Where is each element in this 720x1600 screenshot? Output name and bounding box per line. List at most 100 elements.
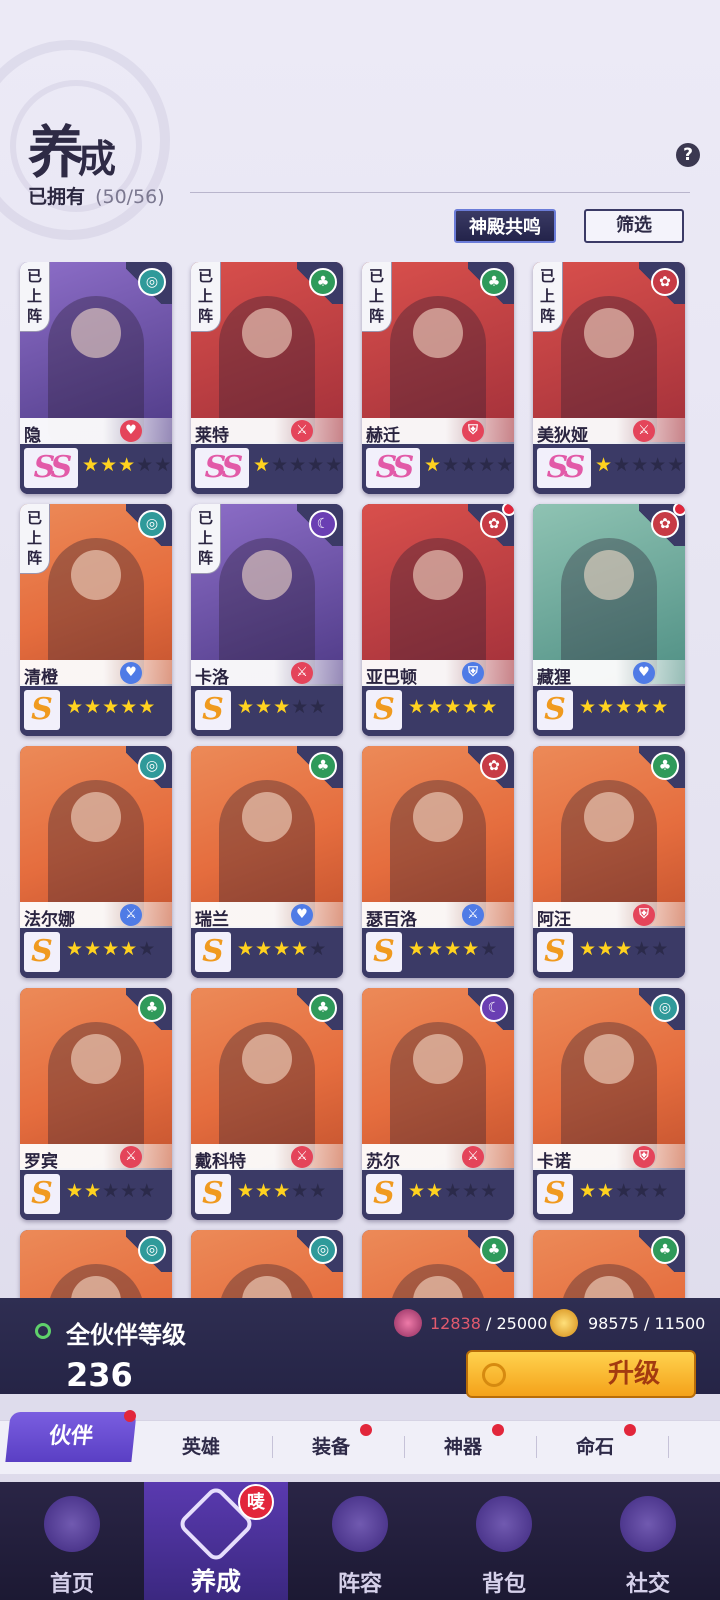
star-filled-icon: ★ (84, 1180, 103, 1202)
rank-badge: S (366, 690, 402, 730)
star-empty-icon: ★ (289, 454, 308, 476)
star-filled-icon: ★ (408, 696, 427, 718)
lineup-icon (332, 1496, 388, 1552)
rank-badge: S (24, 690, 60, 730)
subtab-3[interactable]: 神器 (444, 1432, 482, 1459)
subtab-2[interactable]: 装备 (312, 1432, 350, 1459)
deployed-badge-char: 阵 (26, 549, 42, 567)
temple-resonance-button[interactable]: 神殿共鸣 (454, 209, 556, 243)
hero-card[interactable]: ♣ 已上阵赫迁 ⛨ SS ★★★★★ (362, 262, 514, 494)
star-empty-icon: ★ (102, 1180, 121, 1202)
hero-card[interactable]: ◎ 卡诺 ⛨ S ★★★★★ (533, 988, 685, 1220)
star-filled-icon: ★ (138, 696, 157, 718)
star-filled-icon: ★ (102, 938, 121, 960)
hero-card[interactable]: ◎ 已上阵隐 ♥ SS ★★★★★ (20, 262, 172, 494)
star-filled-icon: ★ (237, 696, 256, 718)
hero-name: 瑟百洛 (366, 910, 417, 930)
hero-card[interactable]: ✿ 已上阵美狄娅 ⚔ SS ★★★★★ (533, 262, 685, 494)
star-empty-icon: ★ (613, 454, 632, 476)
hero-card[interactable]: ◎ 已上阵清橙 ♥ S ★★★★★ (20, 504, 172, 736)
subtab-4[interactable]: 命石 (576, 1432, 614, 1459)
star-filled-icon: ★ (579, 938, 598, 960)
star-empty-icon: ★ (309, 696, 328, 718)
blue-role-icon: ⚔ (120, 904, 142, 926)
star-rating: ★★★★★ (82, 454, 172, 476)
hero-card[interactable]: ♣ 戴科特 ⚔ S ★★★★★ (191, 988, 343, 1220)
deployed-badge-char: 已 (26, 509, 42, 527)
star-rating: ★★★★★ (408, 696, 498, 718)
star-empty-icon: ★ (325, 454, 343, 476)
sword-role-icon: ⚔ (633, 420, 655, 442)
star-filled-icon: ★ (426, 1180, 445, 1202)
star-empty-icon: ★ (651, 1180, 670, 1202)
upgrade-button[interactable]: 升级 (466, 1350, 696, 1398)
home-icon (44, 1496, 100, 1552)
star-rating: ★★★★★ (237, 1180, 327, 1202)
rank-badge: S (24, 932, 60, 972)
star-rating: ★★★★★ (408, 1180, 498, 1202)
star-filled-icon: ★ (597, 696, 616, 718)
star-filled-icon: ★ (255, 938, 274, 960)
nav-item-2[interactable]: 阵容 (288, 1482, 432, 1600)
shield-role-icon: ⛨ (633, 904, 655, 926)
deployed-badge-char: 上 (197, 287, 213, 305)
deployed-badge-char: 阵 (368, 307, 384, 325)
hero-card[interactable]: ✿ 亚巴顿 ⛨ S ★★★★★ (362, 504, 514, 736)
name-strip (20, 418, 172, 444)
deployed-badge-char: 上 (368, 287, 384, 305)
star-filled-icon: ★ (273, 696, 292, 718)
hero-card[interactable]: ✿ 藏狸 ♥ S ★★★★★ (533, 504, 685, 736)
nav-item-0[interactable]: 首页 (0, 1482, 144, 1600)
gold-coin-icon (550, 1309, 578, 1337)
hero-card[interactable]: ◎ (20, 1230, 172, 1298)
hero-card[interactable]: ☾ 已上阵卡洛 ⚔ S ★★★★★ (191, 504, 343, 736)
help-icon[interactable]: ? (676, 143, 700, 167)
hero-card[interactable]: ☾ 苏尔 ⚔ S ★★★★★ (362, 988, 514, 1220)
hero-card[interactable]: ♣ 已上阵莱特 ⚔ SS ★★★★★ (191, 262, 343, 494)
hero-card[interactable]: ♣ 罗宾 ⚔ S ★★★★★ (20, 988, 172, 1220)
star-empty-icon: ★ (138, 938, 157, 960)
hero-card[interactable]: ◎ (191, 1230, 343, 1298)
hero-card[interactable]: ♣ 阿汪 ⛨ S ★★★★★ (533, 746, 685, 978)
rank-badge: S (537, 690, 573, 730)
subtab-1[interactable]: 英雄 (182, 1432, 220, 1459)
hero-card[interactable]: ♣ 瑞兰 ♥ S ★★★★★ (191, 746, 343, 978)
star-rating: ★★★★★ (424, 454, 514, 476)
deployed-badge: 已上阵 (191, 504, 221, 574)
dark-element-icon: ☾ (480, 994, 508, 1022)
star-filled-icon: ★ (579, 696, 598, 718)
star-filled-icon: ★ (444, 696, 463, 718)
star-empty-icon: ★ (649, 454, 668, 476)
nav-item-1[interactable]: 养成 唛 (144, 1482, 288, 1600)
hero-card[interactable]: ♣ (533, 1230, 685, 1298)
notification-dot (360, 1424, 372, 1436)
hero-grid: ◎ 已上阵隐 ♥ SS ★★★★★ ♣ 已上阵莱特 ⚔ SS ★★★★★ ♣ 已上阵赫迁 ⛨ SS ★★★★… (0, 262, 720, 1298)
notification-dot (502, 504, 514, 516)
hero-card[interactable]: ♣ (362, 1230, 514, 1298)
star-empty-icon: ★ (138, 1180, 157, 1202)
nav-label: 阵容 (337, 1571, 382, 1597)
star-empty-icon: ★ (154, 454, 172, 476)
nav-item-4[interactable]: 社交 (576, 1482, 720, 1600)
star-empty-icon: ★ (271, 454, 290, 476)
hero-name: 戴科特 (195, 1152, 246, 1172)
star-filled-icon: ★ (120, 696, 139, 718)
star-filled-icon: ★ (426, 696, 445, 718)
subtab-divider (536, 1436, 537, 1458)
star-empty-icon: ★ (309, 1180, 328, 1202)
star-filled-icon: ★ (253, 454, 272, 476)
filter-button[interactable]: 筛选 (584, 209, 684, 243)
dark-element-icon: ☾ (309, 510, 337, 538)
star-empty-icon: ★ (633, 1180, 652, 1202)
star-filled-icon: ★ (615, 938, 634, 960)
nav-item-3[interactable]: 背包 (432, 1482, 576, 1600)
hero-card[interactable]: ◎ 法尔娜 ⚔ S ★★★★★ (20, 746, 172, 978)
star-empty-icon: ★ (460, 454, 479, 476)
subtab-0-active[interactable]: 伙伴 (5, 1412, 137, 1462)
star-filled-icon: ★ (237, 1180, 256, 1202)
deployed-badge-char: 阵 (197, 307, 213, 325)
star-rating: ★★★★★ (595, 454, 685, 476)
rank-badge: S (537, 1174, 573, 1214)
hero-name: 美狄娅 (537, 426, 588, 446)
hero-card[interactable]: ✿ 瑟百洛 ⚔ S ★★★★★ (362, 746, 514, 978)
